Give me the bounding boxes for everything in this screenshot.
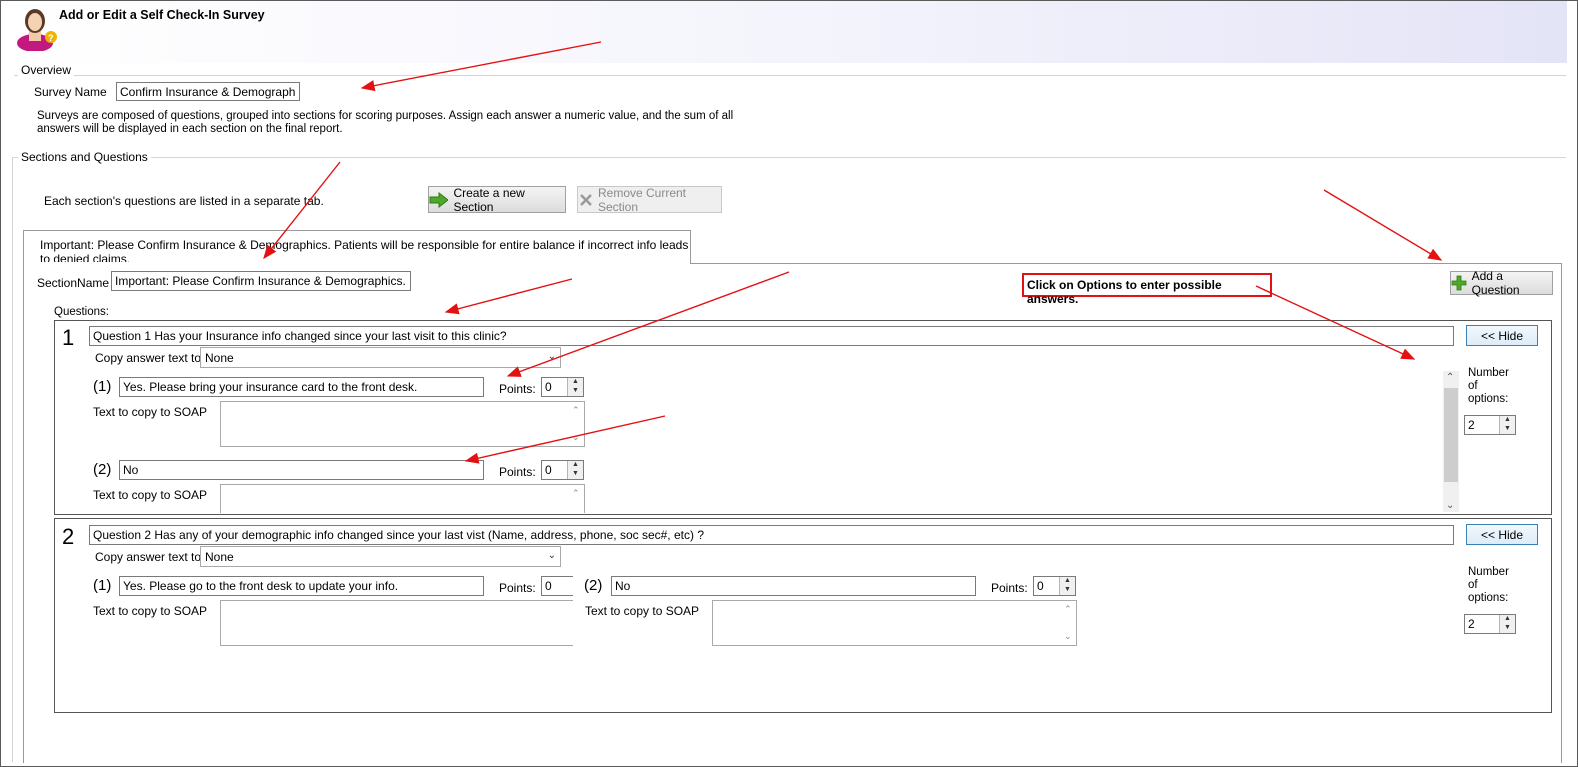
hide-button-1[interactable]: << Hide (1466, 325, 1538, 346)
nurse-avatar-icon: ? (17, 9, 57, 51)
soap-label-2-2: Text to copy to SOAP (585, 604, 700, 618)
option-index-1-2: (2) (93, 461, 112, 478)
num-options-stepper-2[interactable]: 2 ▲ ▼ (1464, 614, 1516, 634)
points-value-1-2: 0 (545, 463, 552, 477)
remove-section-label: Remove Current Section (597, 185, 687, 214)
scrollbar[interactable]: ⌃ ⌄ (1061, 601, 1076, 645)
points-value-2-1: 0 (545, 579, 552, 593)
tab-join (24, 262, 690, 264)
num-options-value-1: 2 (1468, 418, 1475, 432)
overview-group-border (14, 75, 1566, 76)
question-1-options-scrollbar[interactable]: ⌃ ⌄ (1443, 371, 1459, 512)
option-index-1-1: (1) (93, 378, 112, 395)
soap-textarea-1-1[interactable]: ⌃ ⌄ (220, 401, 585, 447)
overview-description-line1: Surveys are composed of questions, group… (37, 110, 734, 122)
section-name-label: SectionName (37, 276, 110, 290)
question-number-2: 2 (62, 524, 75, 549)
chevron-down-icon: ⌄ (547, 351, 556, 362)
create-section-button[interactable]: Create a new Section (428, 185, 566, 214)
copy-answer-label-2: Copy answer text to: (95, 550, 205, 564)
soap-textarea-2-1[interactable] (220, 600, 573, 646)
stepper-arrows-icon[interactable]: ▲ ▼ (567, 461, 583, 479)
remove-section-button[interactable]: Remove Current Section (577, 185, 722, 214)
option-text-input-1-1[interactable] (119, 377, 484, 397)
questions-label: Questions: (54, 306, 109, 318)
options-callout: Click on Options to enter possible answe… (1022, 273, 1272, 306)
chevron-down-icon: ⌄ (547, 550, 556, 561)
sections-group-left-border (12, 157, 13, 762)
num-options-label-2: Number of options: (1468, 566, 1509, 604)
points-stepper-2-2[interactable]: 0 ▲ ▼ (1033, 576, 1076, 596)
section-tab[interactable]: Important: Please Confirm Insurance & De… (23, 230, 691, 266)
plus-icon (1451, 275, 1467, 291)
points-value-2-2: 0 (1037, 579, 1044, 593)
scrollbar[interactable]: ⌃ ⌄ (569, 402, 584, 446)
points-label-1-2: Points: (499, 465, 536, 479)
num-options-value-2: 2 (1468, 617, 1475, 631)
option-index-2-2: (2) (584, 577, 603, 594)
question-number-1: 1 (62, 325, 75, 350)
scrollbar-thumb[interactable] (1444, 388, 1458, 482)
overview-description-line2: answers will be displayed in each sectio… (37, 123, 343, 135)
hide-button-2[interactable]: << Hide (1466, 524, 1538, 545)
points-label-2-1: Points: (499, 581, 536, 595)
copy-answer-value-1: None (205, 351, 234, 365)
sections-group-border (12, 157, 1566, 158)
copy-answer-select-1[interactable]: None ⌄ (200, 347, 561, 368)
survey-name-input[interactable] (116, 82, 300, 101)
copy-answer-label-1: Copy answer text to: (95, 351, 205, 365)
option-text-input-2-1[interactable] (119, 576, 484, 596)
close-x-icon (580, 193, 592, 206)
points-label-1-1: Points: (499, 382, 536, 396)
stepper-arrows-icon[interactable]: ▲ ▼ (567, 378, 583, 396)
soap-label-2-1: Text to copy to SOAP (93, 604, 208, 618)
points-value-1-1: 0 (545, 380, 552, 394)
num-options-stepper-1[interactable]: 2 ▲ ▼ (1464, 415, 1516, 435)
soap-label-1-1: Text to copy to SOAP (93, 405, 208, 419)
survey-name-label: Survey Name (34, 85, 107, 99)
copy-answer-select-2[interactable]: None ⌄ (200, 546, 561, 567)
option-index-2-1: (1) (93, 577, 112, 594)
points-label-2-2: Points: (991, 581, 1028, 595)
option-text-input-1-2[interactable] (119, 460, 484, 480)
copy-answer-value-2: None (205, 550, 234, 564)
arrow-right-icon (429, 191, 449, 208)
stepper-arrows-icon[interactable]: ▲ ▼ (1499, 416, 1515, 434)
soap-label-1-2: Text to copy to SOAP (93, 488, 208, 502)
scrollbar[interactable]: ⌃ (569, 485, 584, 513)
option-text-input-2-2[interactable] (611, 576, 976, 596)
soap-textarea-2-2[interactable]: ⌃ ⌄ (712, 600, 1077, 646)
question-text-input-2[interactable] (89, 525, 1454, 545)
overview-group-title: Overview (18, 63, 75, 77)
add-question-button[interactable]: Add a Question (1450, 269, 1553, 297)
stepper-arrows-icon[interactable]: ▲ ▼ (1059, 577, 1075, 595)
window-title: Add or Edit a Self Check-In Survey (59, 8, 265, 22)
add-question-label: Add a Question (1471, 269, 1520, 297)
chevron-down-icon: ⌄ (1446, 500, 1455, 511)
points-stepper-1-1[interactable]: 0 ▲ ▼ (541, 377, 584, 397)
sections-hint: Each section's questions are listed in a… (44, 194, 324, 208)
sections-group-title: Sections and Questions (18, 150, 151, 164)
question-text-input-1[interactable] (89, 326, 1454, 346)
stepper-arrows-icon[interactable]: ▲ ▼ (1499, 615, 1515, 633)
svg-text:?: ? (48, 33, 54, 43)
soap-textarea-1-2[interactable]: ⌃ (220, 484, 585, 513)
points-stepper-1-2[interactable]: 0 ▲ ▼ (541, 460, 584, 480)
points-stepper-2-1[interactable]: 0 (541, 576, 573, 596)
create-section-label: Create a new Section (453, 185, 525, 214)
num-options-label-1: Number of options: (1468, 367, 1509, 405)
section-name-input[interactable] (111, 271, 411, 291)
chevron-up-icon: ⌃ (1446, 372, 1455, 383)
